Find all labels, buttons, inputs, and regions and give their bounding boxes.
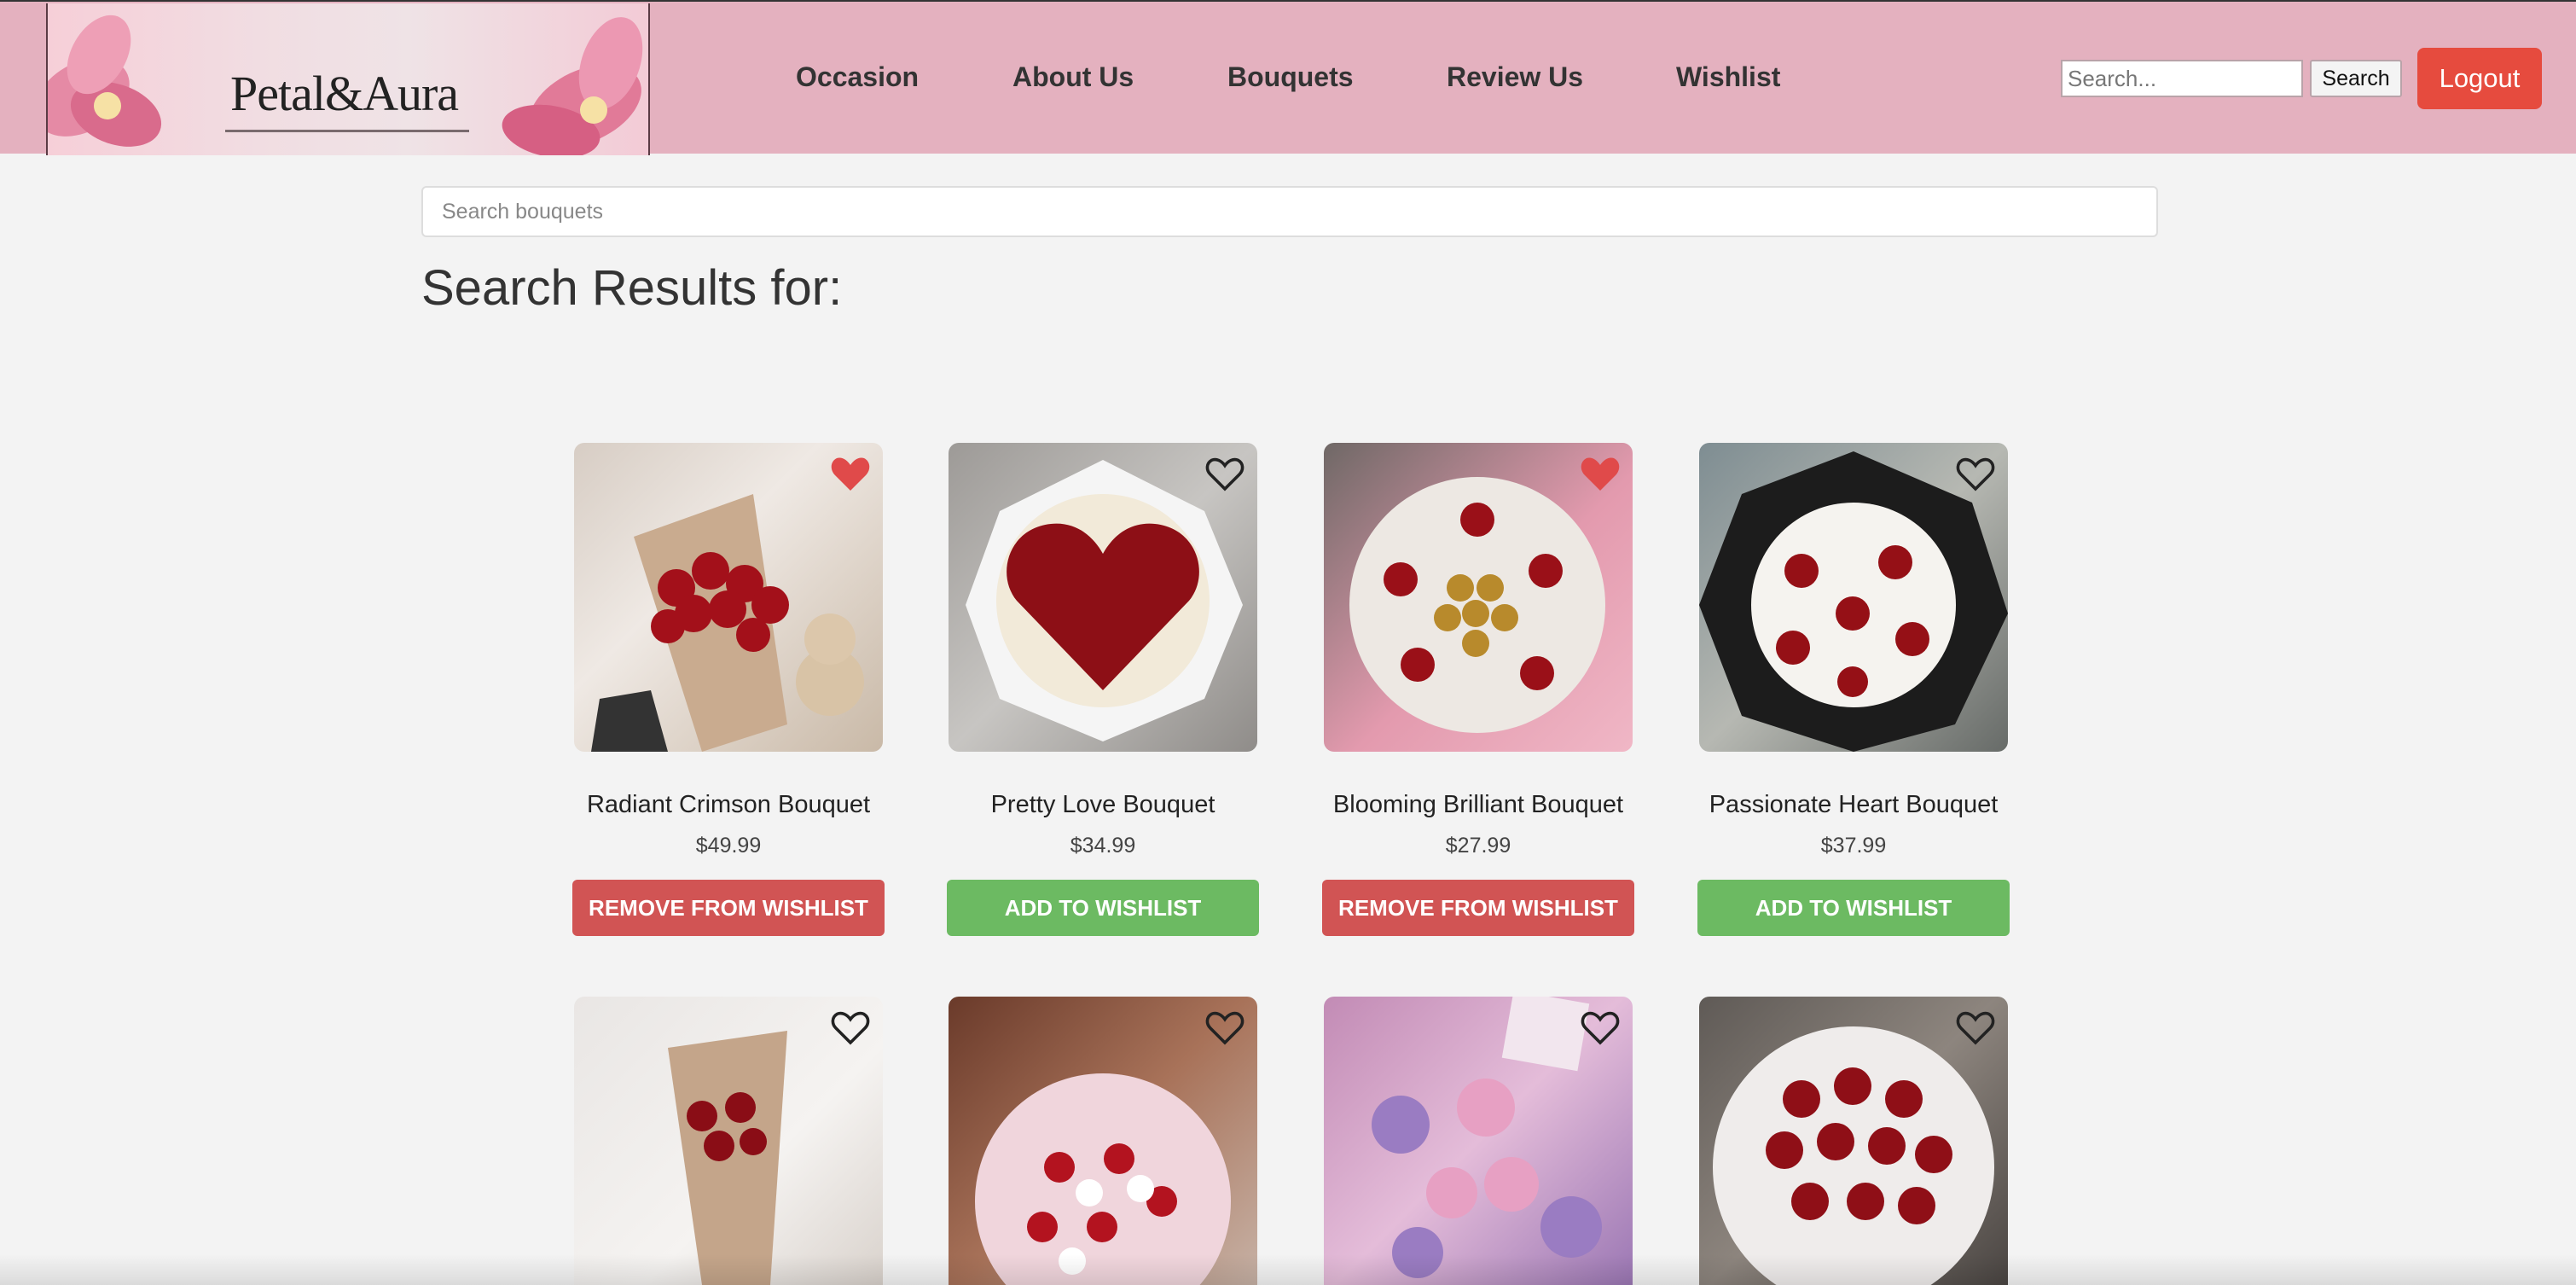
nav-bouquets[interactable]: Bouquets bbox=[1227, 61, 1354, 93]
flower-right-icon bbox=[502, 17, 643, 155]
product-name[interactable]: Pretty Love Bouquet bbox=[914, 791, 1291, 819]
header-search-input[interactable] bbox=[2061, 60, 2303, 97]
logo-text: Petal&Aura bbox=[230, 66, 459, 121]
remove-from-wishlist-button[interactable]: REMOVE FROM WISHLIST bbox=[572, 880, 885, 936]
heart-outline-icon[interactable] bbox=[1204, 1009, 1245, 1046]
product-name[interactable]: Blooming Brilliant Bouquet bbox=[1290, 791, 1667, 819]
product-image[interactable] bbox=[949, 443, 1257, 752]
flower-left-icon bbox=[48, 15, 162, 147]
search-results-title: Search Results for: bbox=[421, 260, 843, 316]
add-to-wishlist-button[interactable]: ADD TO WISHLIST bbox=[1697, 880, 2010, 936]
logo[interactable]: Petal&Aura bbox=[46, 3, 650, 155]
product-name[interactable]: Radiant Crimson Bouquet bbox=[540, 791, 917, 819]
bouquet-search-input[interactable] bbox=[421, 186, 2158, 237]
product-image[interactable] bbox=[1324, 997, 1633, 1285]
product-image[interactable] bbox=[574, 443, 883, 752]
product-image[interactable] bbox=[949, 997, 1257, 1285]
product-price: $49.99 bbox=[695, 834, 762, 858]
logout-button[interactable]: Logout bbox=[2417, 48, 2542, 109]
nav-occasion[interactable]: Occasion bbox=[796, 61, 919, 93]
heart-outline-icon[interactable] bbox=[1955, 455, 1996, 492]
product-image[interactable] bbox=[1699, 997, 2008, 1285]
product-name[interactable]: Passionate Heart Bouquet bbox=[1665, 791, 2042, 819]
heart-outline-icon[interactable] bbox=[1580, 1009, 1621, 1046]
site-header: Petal&Aura Occasion About Us Bouquets Re… bbox=[0, 0, 2576, 155]
product-price: $37.99 bbox=[1820, 834, 1887, 858]
nav-wishlist[interactable]: Wishlist bbox=[1676, 61, 1780, 93]
heart-outline-icon[interactable] bbox=[1204, 455, 1245, 492]
heart-filled-icon[interactable] bbox=[830, 455, 871, 492]
add-to-wishlist-button[interactable]: ADD TO WISHLIST bbox=[947, 880, 1259, 936]
nav-about-us[interactable]: About Us bbox=[1012, 61, 1134, 93]
heart-outline-icon[interactable] bbox=[830, 1009, 871, 1046]
product-price: $34.99 bbox=[1070, 834, 1136, 858]
heart-outline-icon[interactable] bbox=[1955, 1009, 1996, 1046]
product-image[interactable] bbox=[1699, 443, 2008, 752]
remove-from-wishlist-button[interactable]: REMOVE FROM WISHLIST bbox=[1322, 880, 1634, 936]
product-image[interactable] bbox=[1324, 443, 1633, 752]
heart-filled-icon[interactable] bbox=[1580, 455, 1621, 492]
nav-review-us[interactable]: Review Us bbox=[1447, 61, 1583, 93]
product-image[interactable] bbox=[574, 997, 883, 1285]
header-search-button[interactable]: Search bbox=[2310, 60, 2402, 97]
bottom-shadow bbox=[0, 1254, 2576, 1285]
product-price: $27.99 bbox=[1445, 834, 1511, 858]
logo-underline bbox=[225, 130, 469, 132]
